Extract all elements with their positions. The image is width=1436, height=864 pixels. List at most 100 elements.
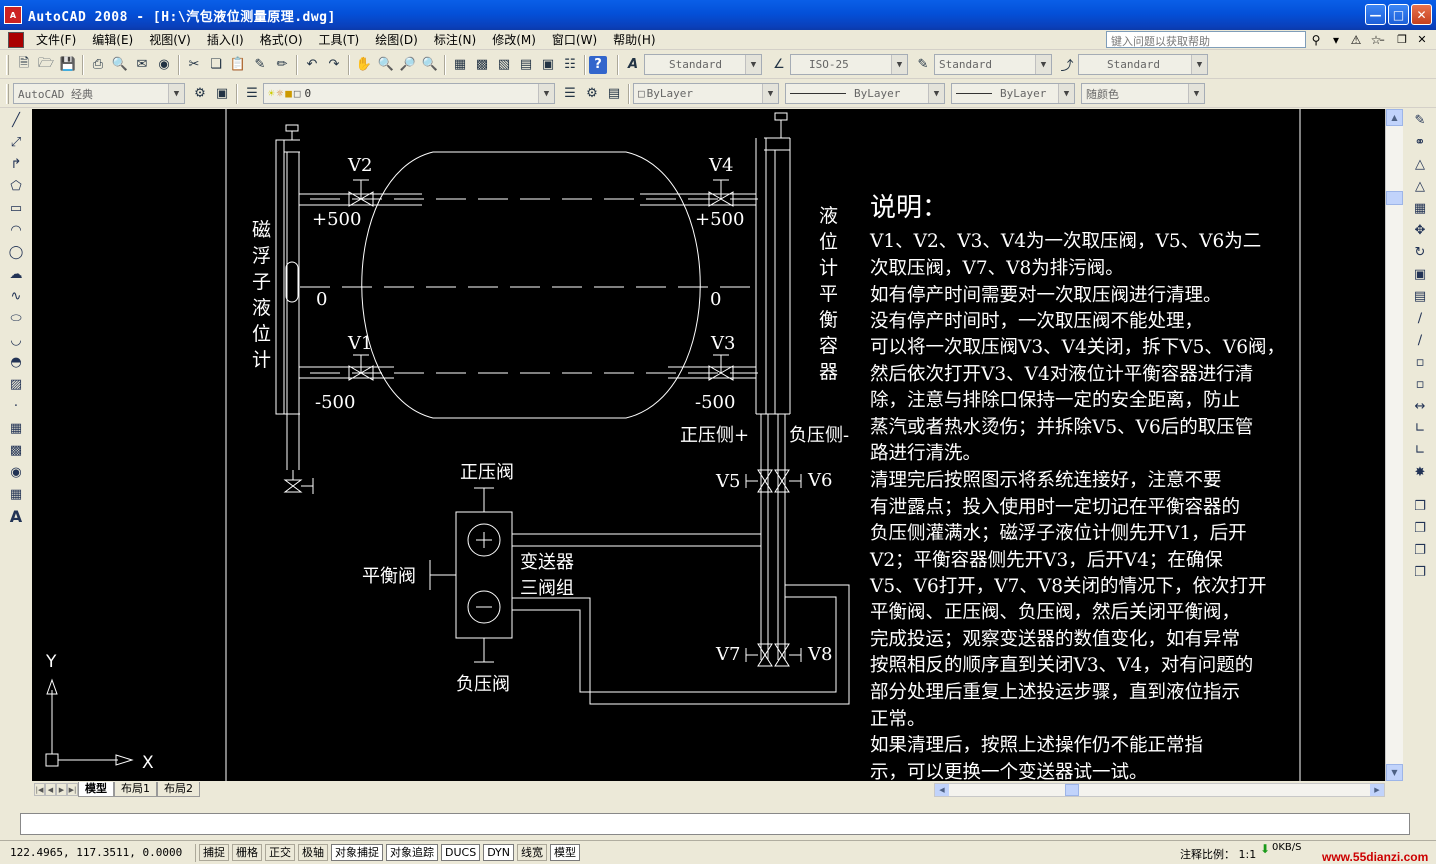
polyline-icon[interactable]: ↱ <box>5 153 27 175</box>
menu-window[interactable]: 窗口(W) <box>544 31 605 48</box>
menu-edit[interactable]: 编辑(E) <box>84 31 141 48</box>
minimize-button[interactable]: — <box>1365 4 1386 25</box>
color-select[interactable]: □ ByLayer ▼ <box>633 83 779 104</box>
menu-help[interactable]: 帮助(H) <box>605 31 663 48</box>
tab-model[interactable]: 模型 <box>78 782 114 797</box>
undo-icon[interactable]: ↶ <box>301 54 323 76</box>
markup-icon[interactable]: ▣ <box>537 54 559 76</box>
doc-close-button[interactable]: ✕ <box>1414 32 1430 47</box>
draworder-front-icon[interactable]: ❐ <box>1409 495 1431 517</box>
menu-dimension[interactable]: 标注(N) <box>426 31 484 48</box>
scroll-right-icon[interactable]: ▶ <box>1370 784 1384 796</box>
polygon-icon[interactable]: ⬠ <box>5 175 27 197</box>
layer-select[interactable]: ☀ ☼ ■ □ 0 ▼ <box>263 83 555 104</box>
ellipse-arc-icon[interactable]: ◡ <box>5 329 27 351</box>
layer-manager-icon[interactable]: ☰ <box>241 83 263 105</box>
match-properties-icon[interactable]: ✎ <box>249 54 271 76</box>
paste-icon[interactable]: 📋 <box>227 54 249 76</box>
model-toggle[interactable]: 模型 <box>550 844 581 861</box>
3d-dwf-icon[interactable]: ◉ <box>153 54 175 76</box>
snap-toggle[interactable]: 捕捉 <box>199 844 229 861</box>
plotstyle-select[interactable]: 随颜色 ▼ <box>1081 83 1205 104</box>
tab-last-icon[interactable]: ▶| <box>67 783 78 796</box>
table-icon[interactable]: ▦ <box>5 483 27 505</box>
rectangle-icon[interactable]: ▭ <box>5 197 27 219</box>
draworder-back-icon[interactable]: ❐ <box>1409 517 1431 539</box>
zoom-realtime-icon[interactable]: 🔍 <box>375 54 397 76</box>
chevron-down-icon[interactable]: ▼ <box>168 84 184 103</box>
chevron-down-icon[interactable]: ▼ <box>745 55 761 74</box>
scroll-down-icon[interactable]: ▼ <box>1386 764 1403 781</box>
cut-icon[interactable]: ✂ <box>183 54 205 76</box>
menu-format[interactable]: 格式(O) <box>252 31 311 48</box>
sheet-set-icon[interactable]: ▤ <box>515 54 537 76</box>
ellipse-icon[interactable]: ⬭ <box>5 307 27 329</box>
ducs-toggle[interactable]: DUCS <box>441 844 481 861</box>
chamfer-icon[interactable]: ∟ <box>1409 417 1431 439</box>
chevron-down-icon[interactable]: ▼ <box>762 84 778 103</box>
vertical-scrollbar[interactable]: ▲ ▼ <box>1385 109 1403 781</box>
chevron-down-icon[interactable]: ▼ <box>928 84 944 103</box>
vertical-scroll-thumb[interactable] <box>1386 191 1403 205</box>
hatch-icon[interactable]: ▦ <box>5 417 27 439</box>
menu-draw[interactable]: 绘图(D) <box>367 31 426 48</box>
grid-toggle[interactable]: 栅格 <box>232 844 262 861</box>
chevron-down-icon[interactable]: ▼ <box>1035 55 1051 74</box>
zoom-window-icon[interactable]: 🔎 <box>397 54 419 76</box>
draworder-below-icon[interactable]: ❐ <box>1409 561 1431 583</box>
design-center-icon[interactable]: ▩ <box>471 54 493 76</box>
gradient-icon[interactable]: ▩ <box>5 439 27 461</box>
tab-first-icon[interactable]: |◀ <box>34 783 45 796</box>
construction-line-icon[interactable]: ⤢ <box>5 131 27 153</box>
tab-prev-icon[interactable]: ◀ <box>45 783 56 796</box>
publish-icon[interactable]: ✉ <box>131 54 153 76</box>
horizontal-scroll-thumb[interactable] <box>1065 784 1079 796</box>
make-current-layer-icon[interactable]: ☰ <box>559 83 581 105</box>
menu-view[interactable]: 视图(V) <box>141 31 199 48</box>
mirror-icon[interactable]: △ <box>1409 153 1431 175</box>
zoom-previous-icon[interactable]: 🔍 <box>419 54 441 76</box>
text-style-select[interactable]: Standard ▼ <box>644 54 762 75</box>
point-icon[interactable]: · <box>5 395 27 417</box>
close-button[interactable]: ✕ <box>1411 4 1432 25</box>
line-icon[interactable]: ╱ <box>5 109 27 131</box>
draworder-above-icon[interactable]: ❐ <box>1409 539 1431 561</box>
my-workspace-icon[interactable]: ▣ <box>211 83 233 105</box>
rotate-icon[interactable]: ↻ <box>1409 241 1431 263</box>
chevron-down-icon[interactable]: ▼ <box>1188 84 1204 103</box>
dim-style-select[interactable]: ISO-25 ▼ <box>790 54 908 75</box>
insert-block-icon[interactable]: ◓ <box>5 351 27 373</box>
chevron-down-icon[interactable]: ▼ <box>891 55 907 74</box>
lineweight-select[interactable]: ByLayer ▼ <box>951 83 1075 104</box>
menu-modify[interactable]: 修改(M) <box>484 31 544 48</box>
help-icon[interactable]: ? <box>589 55 607 74</box>
lineweight-toggle[interactable]: 线宽 <box>517 844 548 861</box>
doc-restore-button[interactable]: ❐ <box>1394 32 1410 47</box>
linetype-select[interactable]: ByLayer ▼ <box>785 83 945 104</box>
region-icon[interactable]: ◉ <box>5 461 27 483</box>
new-file-icon[interactable]: 🗎 <box>13 54 35 76</box>
layer-states-icon[interactable]: ▤ <box>603 83 625 105</box>
communication-center-icon[interactable]: ⚠ <box>1348 31 1364 48</box>
menu-file[interactable]: 文件(F) <box>28 31 84 48</box>
open-file-icon[interactable]: 🗁 <box>35 54 57 76</box>
chevron-down-icon[interactable]: ▼ <box>1191 55 1207 74</box>
trim-icon[interactable]: ∕ <box>1409 307 1431 329</box>
circle-icon[interactable]: ◯ <box>5 241 27 263</box>
fillet-icon[interactable]: ∟ <box>1409 439 1431 461</box>
calculator-icon[interactable]: ☷ <box>559 54 581 76</box>
multileader-style-icon[interactable]: ⤴ <box>1056 54 1078 76</box>
autocad-app-icon[interactable]: A <box>4 6 22 24</box>
text-style-icon[interactable]: A <box>622 54 644 76</box>
scroll-left-icon[interactable]: ◀ <box>935 784 949 796</box>
tab-next-icon[interactable]: ▶ <box>56 783 67 796</box>
dropdown-arrow-icon[interactable]: ▾ <box>1328 31 1344 48</box>
annotation-scale-value[interactable]: 1:1 <box>1239 848 1257 861</box>
table-style-icon[interactable]: ✎ <box>912 54 934 76</box>
model-space-canvas[interactable]: 磁 浮 子 液 位 计 液 位 计 平 衡 容 器 V2 V4 V1 V3 V5… <box>32 109 1385 781</box>
menu-tools[interactable]: 工具(T) <box>311 31 368 48</box>
explode-icon[interactable]: ✸ <box>1409 461 1431 483</box>
array-icon[interactable]: ▦ <box>1409 197 1431 219</box>
properties-icon[interactable]: ▦ <box>449 54 471 76</box>
multiline-text-icon[interactable]: A <box>5 505 27 527</box>
